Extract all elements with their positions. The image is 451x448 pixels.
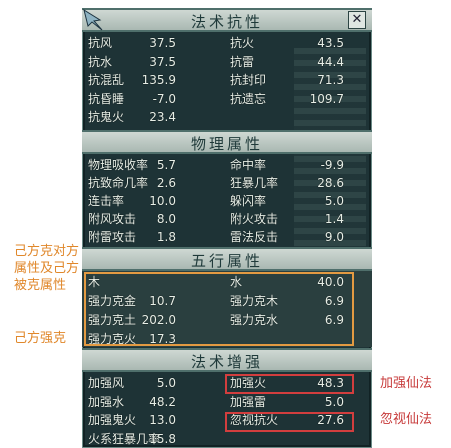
- stat-value: 109.7: [309, 91, 344, 106]
- stat-value: 15.8: [149, 431, 176, 446]
- section-body-physical: 物理吸收率 5.7 命中率 -9.9 抗致命几率 2.6 狂暴几率 28.6 连击率 10.0 躲闪…: [82, 154, 372, 246]
- stat-value: 37.5: [149, 36, 176, 50]
- stat-label: 抗混乱: [88, 73, 125, 87]
- annotation-left-bottom: 己方强克: [14, 331, 67, 346]
- stat-label: 抗鬼火: [88, 110, 125, 124]
- section-title-boost: 法术增强: [190, 353, 263, 371]
- section-header-boost: 法术增强: [82, 348, 372, 372]
- stat-label: 狂暴几率: [230, 176, 279, 190]
- stat-value: 44.4: [317, 54, 344, 69]
- close-button[interactable]: ✕: [348, 11, 366, 29]
- stat-value: 5.0: [324, 194, 344, 208]
- stat-label: 加强风: [88, 376, 125, 390]
- section-header-resist: 法术抗性 ✕: [82, 8, 372, 32]
- annotation-right-bottom: 忽视仙法: [380, 412, 433, 427]
- stat-label: 命中率: [230, 158, 267, 172]
- stat-label: 抗风: [88, 36, 113, 50]
- stat-label: 抗昏睡: [88, 91, 125, 106]
- stat-label: 加强鬼火: [88, 413, 137, 427]
- stat-label: 加强水: [88, 394, 125, 409]
- stat-value: 10.0: [149, 194, 176, 208]
- stat-value: 1.8: [156, 230, 176, 244]
- stat-value: 5.0: [324, 394, 344, 409]
- stat-label: 附火攻击: [230, 212, 279, 226]
- stat-value: 2.6: [156, 176, 176, 190]
- stat-value: -7.0: [152, 91, 176, 106]
- stat-label: 附风攻击: [88, 212, 137, 226]
- annotation-right-top: 加强仙法: [380, 376, 433, 391]
- stat-label: 抗火: [230, 36, 255, 50]
- section-header-physical: 物理属性: [82, 130, 372, 154]
- stat-value: 37.5: [149, 54, 176, 69]
- annotation-left-top: 己方克对方属性及己方被克属性: [14, 244, 80, 293]
- stat-value: 23.4: [149, 110, 176, 124]
- highlight-box-ignore-fire: [225, 412, 354, 432]
- stat-label: 加强雷: [230, 394, 267, 409]
- stat-value: 28.6: [317, 176, 344, 190]
- stat-label: 雷法反击: [230, 230, 279, 244]
- section-title-wuxing: 五行属性: [190, 252, 263, 270]
- section-title-physical: 物理属性: [190, 135, 263, 153]
- section-header-wuxing: 五行属性: [82, 247, 372, 271]
- stat-label: 抗雷: [230, 54, 255, 69]
- stat-label: 抗遗忘: [230, 91, 267, 106]
- section-title-resist: 法术抗性: [190, 13, 263, 31]
- stat-value: 5.0: [156, 376, 176, 390]
- highlight-box-wuxing: [84, 272, 354, 346]
- stat-value: 135.9: [141, 73, 176, 87]
- stat-label: 躲闪率: [230, 194, 267, 208]
- stat-value: -9.9: [320, 158, 344, 172]
- highlight-box-boost-fire: [225, 374, 354, 394]
- stat-value: 9.0: [324, 230, 344, 244]
- stat-label: 抗水: [88, 54, 113, 69]
- stat-value: 13.0: [149, 413, 176, 427]
- stat-value: 1.4: [324, 212, 344, 226]
- section-body-resist: 抗风 37.5 抗火 43.5 抗水 37.5 抗雷 44.4 抗混乱 135.9 抗封印 71.3 抗…: [82, 32, 372, 129]
- stat-label: 抗封印: [230, 73, 267, 87]
- stat-label: 连击率: [88, 194, 125, 208]
- stat-value: 71.3: [317, 73, 344, 87]
- stat-value: 8.0: [156, 212, 176, 226]
- stat-label: 附雷攻击: [88, 230, 137, 244]
- stat-value: 5.7: [156, 158, 176, 172]
- stat-value: 48.2: [149, 394, 176, 409]
- stat-value: 43.5: [317, 36, 344, 50]
